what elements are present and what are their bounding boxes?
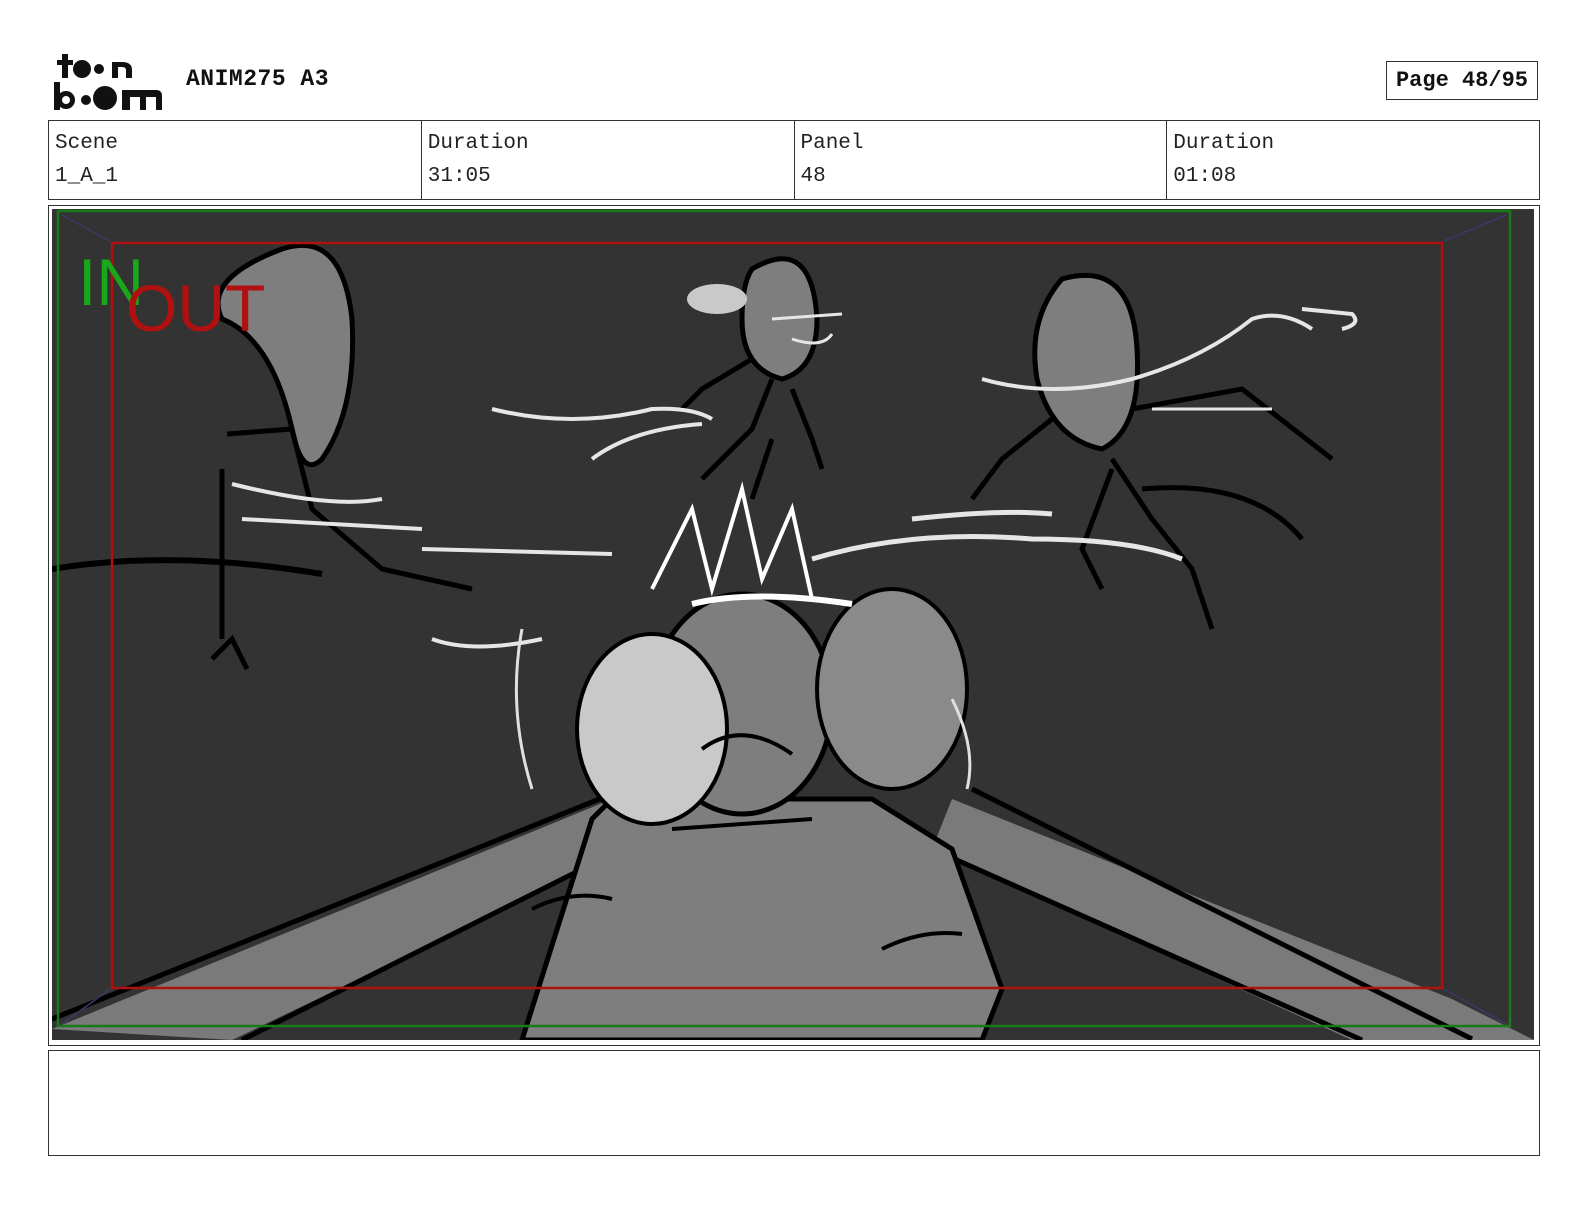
panel-value: 48 [800, 165, 826, 188]
scene-value: 1_A_1 [55, 165, 119, 188]
panel-duration-label: Duration [1173, 132, 1275, 155]
out-label: OUT [126, 271, 265, 345]
panel-drawing: IN OUT [52, 209, 1534, 1040]
panel-notes [48, 1050, 1540, 1156]
toon-boom-logo [54, 54, 162, 110]
project-title: ANIM275 A3 [186, 66, 330, 92]
panel-label: Panel [800, 132, 864, 155]
scene-cell: Scene 1_A_1 [49, 121, 421, 199]
panel-cell: Panel 48 [793, 121, 1167, 199]
panel-duration-value: 01:08 [1173, 165, 1237, 188]
storyboard-panel: IN OUT [48, 205, 1540, 1046]
scene-duration-label: Duration [427, 132, 529, 155]
scene-info-table: Scene 1_A_1 Duration 31:05 Panel 48 Dura… [48, 120, 1540, 200]
scene-label: Scene [55, 132, 119, 155]
scene-duration-cell: Duration 31:05 [420, 121, 794, 199]
page-indicator: Page 48/95 [1386, 61, 1538, 100]
panel-duration-cell: Duration 01:08 [1166, 121, 1539, 199]
scene-duration-value: 31:05 [427, 165, 491, 188]
